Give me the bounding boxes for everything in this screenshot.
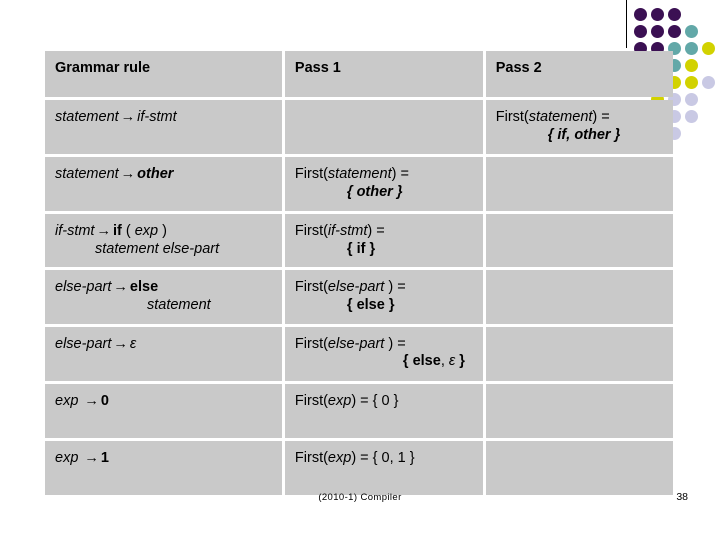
cell-pass-2 [485, 214, 673, 268]
table-header-row: Grammar rule Pass 1 Pass 2 [45, 51, 673, 97]
arrow-glyph: → [84, 449, 99, 466]
arrow-glyph: → [120, 166, 136, 182]
decorative-dot [651, 8, 664, 21]
epsilon-glyph: ε [129, 335, 137, 352]
header-pass-2: Pass 2 [485, 51, 673, 97]
table-row: if-stmt → if ( exp ) statement else-part F… [45, 214, 673, 268]
decorative-dot [668, 25, 681, 38]
arrow-glyph: → [113, 335, 128, 352]
decorative-dot [685, 93, 698, 106]
decorative-dot [685, 110, 698, 123]
slide-page-number: 38 [676, 491, 688, 503]
cell-pass-2 [485, 270, 673, 324]
cell-pass-1: First(else-part ) = { else, ε } [284, 326, 483, 381]
cell-grammar-rule: else-part → ε [45, 326, 282, 381]
cell-pass-1: First(if-stmt) = { if } [284, 214, 483, 268]
table-row: statement → if-stmt First(statement) = { i… [45, 100, 673, 154]
cell-grammar-rule: if-stmt → if ( exp ) statement else-part [45, 214, 282, 268]
cell-pass-1: First(exp) = { 0 } [284, 383, 483, 438]
cell-pass-2: First(statement) = { if, other } [485, 100, 673, 154]
decorative-dot [634, 25, 647, 38]
decorative-dot [702, 42, 715, 55]
decorative-dot [702, 76, 715, 89]
cell-grammar-rule: statement → if-stmt [45, 100, 282, 154]
cell-grammar-rule: exp → 1 [45, 440, 282, 495]
cell-grammar-rule: statement → other [45, 157, 282, 211]
table-row: else-part → else statement First(else-part… [45, 270, 673, 324]
decorative-dot [634, 8, 647, 21]
cell-pass-2 [485, 440, 673, 495]
slide-footer: (2010-1) Compiler [318, 492, 402, 503]
table-row: statement → other First(statement) = { oth… [45, 157, 673, 211]
first-sets-table: Grammar rule Pass 1 Pass 2 statement → if-… [42, 48, 676, 498]
header-grammar-rule: Grammar rule [45, 51, 282, 97]
table-row: exp → 0 First(exp) = { 0 } [45, 383, 673, 438]
decorative-dot [685, 25, 698, 38]
decorative-dot [651, 25, 664, 38]
cell-pass-2 [485, 326, 673, 381]
vertical-rule [626, 0, 627, 48]
cell-pass-1: First(statement) = { other } [284, 157, 483, 211]
decorative-dot [685, 76, 698, 89]
cell-grammar-rule: exp → 0 [45, 383, 282, 438]
decorative-dot [685, 42, 698, 55]
cell-pass-1 [284, 100, 483, 154]
header-pass-1: Pass 1 [284, 51, 483, 97]
cell-pass-1: First(else-part ) = { else } [284, 270, 483, 324]
arrow-glyph: → [120, 109, 136, 125]
table-row: exp → 1 First(exp) = { 0, 1 } [45, 440, 673, 495]
decorative-dot [685, 59, 698, 72]
arrow-glyph: → [113, 279, 128, 296]
cell-pass-2 [485, 383, 673, 438]
cell-pass-1: First(exp) = { 0, 1 } [284, 440, 483, 495]
cell-grammar-rule: else-part → else statement [45, 270, 282, 324]
table-row: else-part → ε First(else-part ) = { else, … [45, 326, 673, 381]
decorative-dot [668, 8, 681, 21]
arrow-glyph: → [84, 392, 99, 409]
arrow-glyph: → [96, 223, 111, 239]
cell-pass-2 [485, 157, 673, 211]
